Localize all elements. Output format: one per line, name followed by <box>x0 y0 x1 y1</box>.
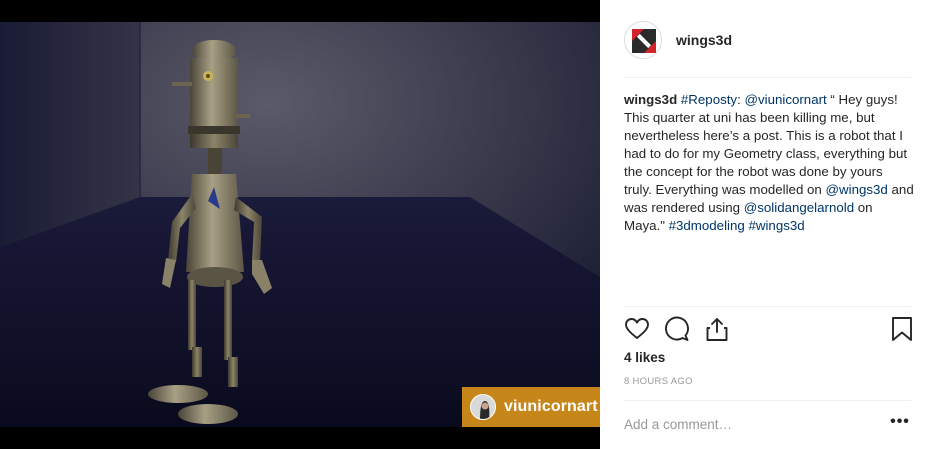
post-header: wings3d <box>624 19 732 61</box>
author-avatar[interactable] <box>624 21 662 59</box>
repost-avatar <box>470 394 496 420</box>
robot-render-image <box>0 22 600 427</box>
mention-wings3d[interactable]: @wings3d <box>826 182 888 197</box>
heart-icon <box>625 318 649 339</box>
hashtag-wings3d[interactable]: #wings3d <box>748 218 804 233</box>
wings3d-logo-icon <box>625 22 661 58</box>
post-actions <box>624 316 912 344</box>
author-username[interactable]: wings3d <box>676 32 732 48</box>
hashtag-3dmodeling[interactable]: #3dmodeling <box>669 218 745 233</box>
caption-username[interactable]: wings3d <box>624 92 677 107</box>
mention-solidangelarnold[interactable]: @solidangelarnold <box>744 200 854 215</box>
repost-credit-badge[interactable]: viunicornart <box>462 387 600 427</box>
comment-button[interactable] <box>664 316 692 344</box>
actions-divider <box>624 306 911 307</box>
comment-divider <box>624 400 911 401</box>
comment-icon <box>665 316 689 341</box>
repost-credit-username: viunicornart <box>504 398 598 415</box>
post-side-panel: wings3d wings3d #Reposty: @viunicornart … <box>600 0 935 449</box>
post-caption: wings3d #Reposty: @viunicornart “ Hey gu… <box>624 91 914 235</box>
like-button[interactable] <box>624 316 652 344</box>
header-divider <box>624 77 911 78</box>
save-button[interactable] <box>890 316 918 344</box>
more-options-icon[interactable]: ••• <box>888 414 912 434</box>
add-comment-input[interactable] <box>624 414 874 434</box>
likes-count[interactable]: 4 likes <box>624 350 665 365</box>
post-timestamp[interactable]: 8 HOURS AGO <box>624 376 693 387</box>
share-icon <box>706 318 728 341</box>
post-media[interactable]: viunicornart <box>0 0 600 449</box>
mention-viunicornart[interactable]: @viunicornart <box>744 92 826 107</box>
bookmark-icon <box>892 317 912 341</box>
hashtag-reposty[interactable]: #Reposty <box>681 92 737 107</box>
share-button[interactable] <box>704 316 732 344</box>
